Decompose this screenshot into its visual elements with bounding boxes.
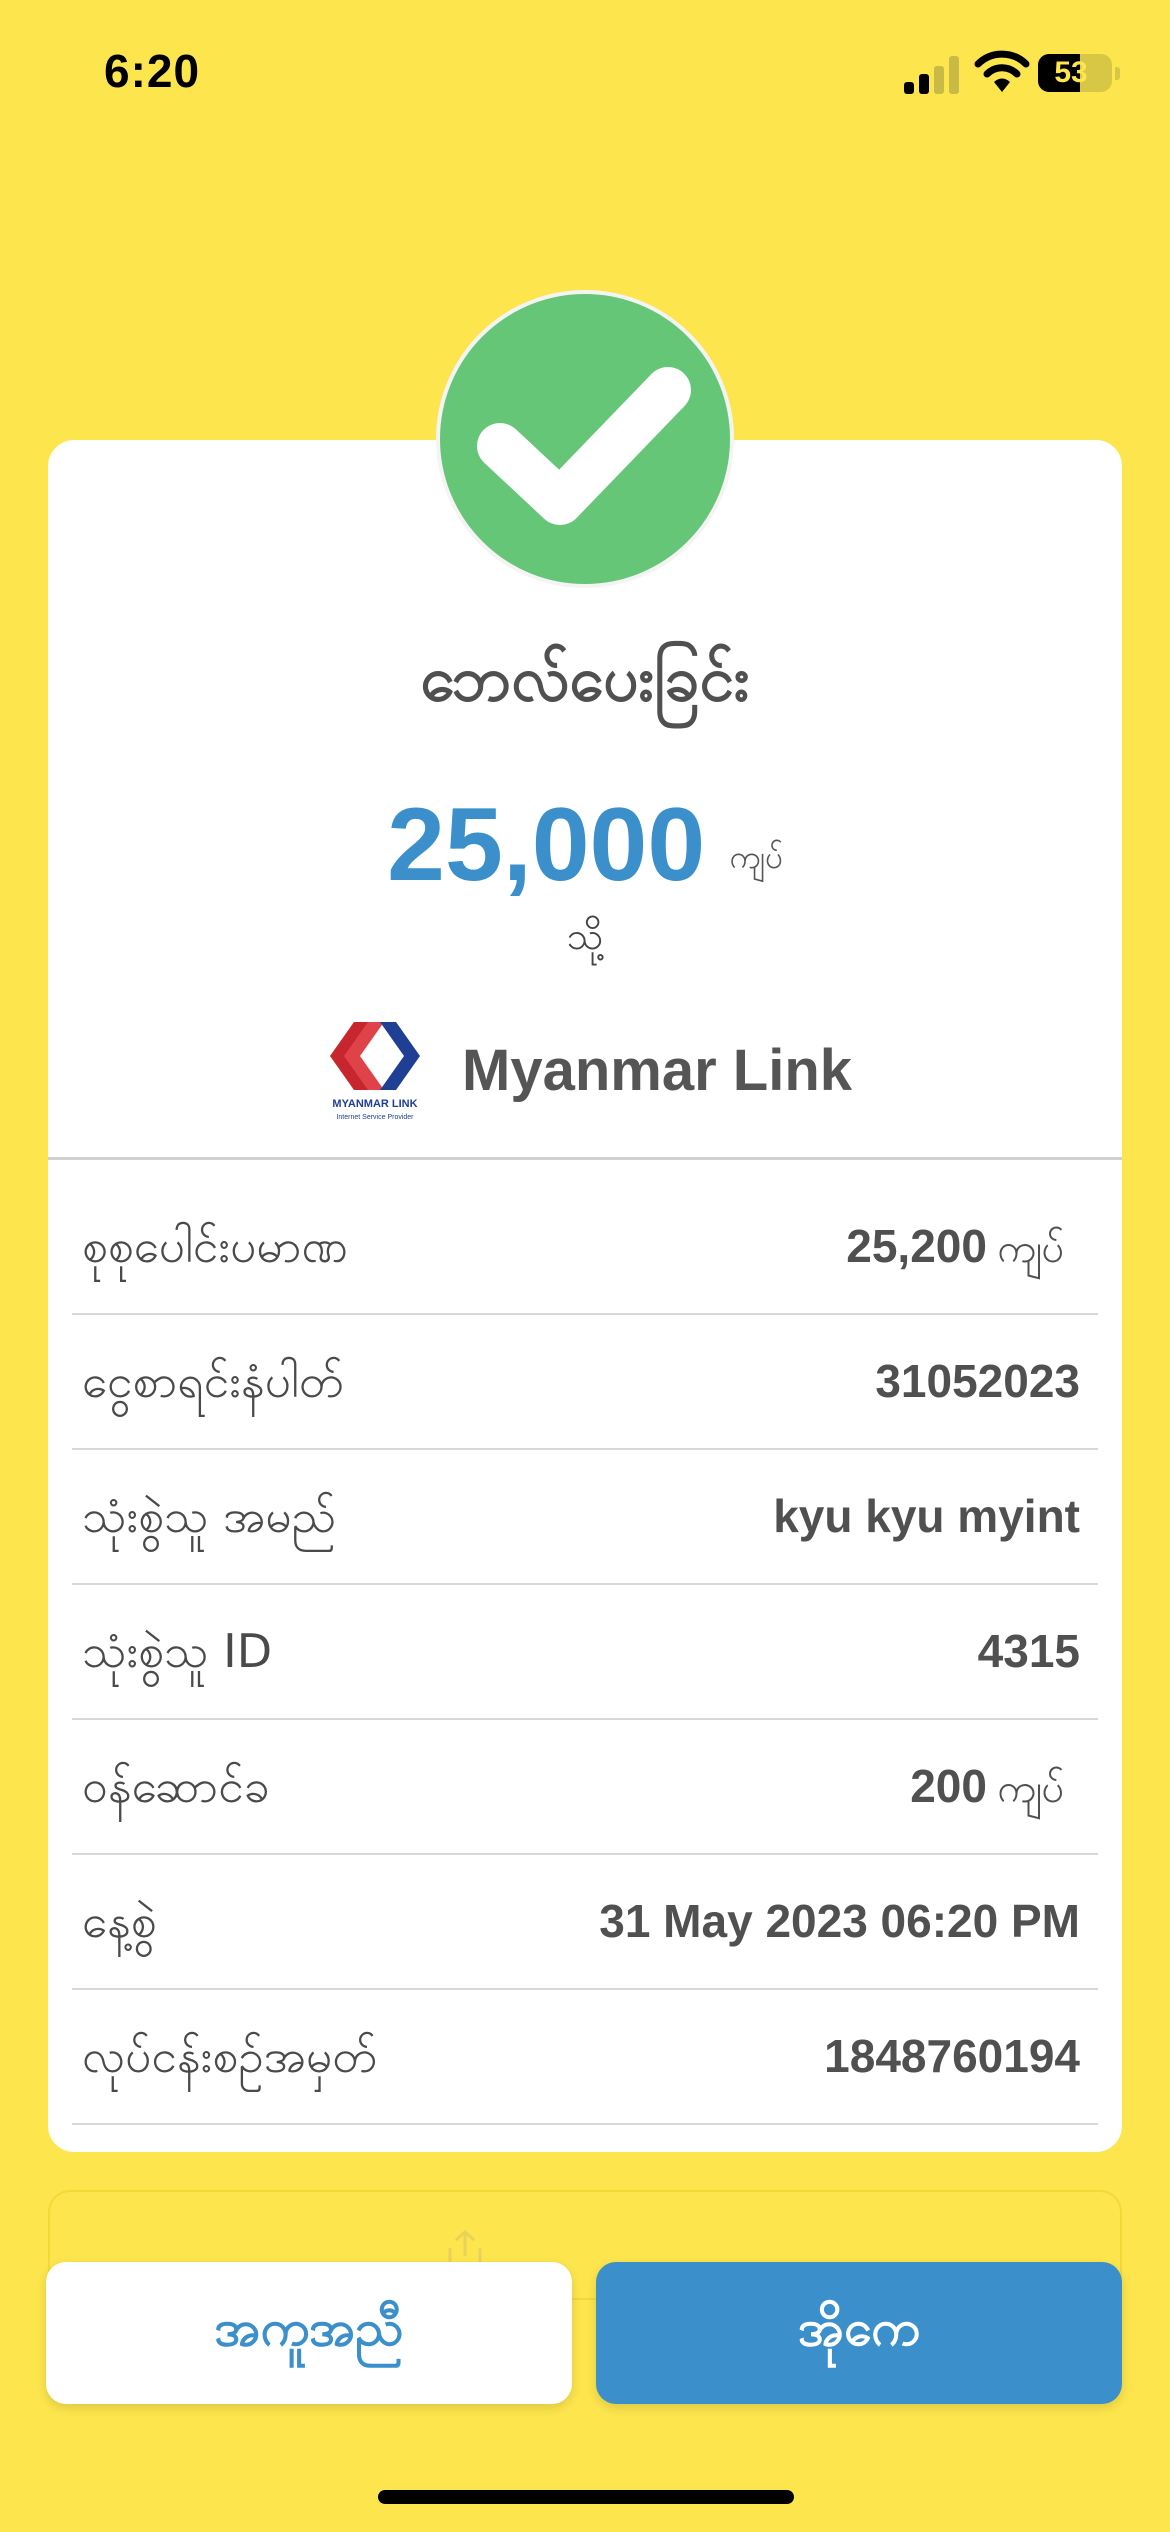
battery-percent: 53 [1054,56,1088,89]
total-amount: 25,200 [846,1220,987,1272]
status-time: 6:20 [104,45,201,97]
status-bar: 6:20 53 [0,0,1170,150]
merchant-name: Myanmar Link [462,1037,852,1103]
detail-label: စုစုပေါင်းပမာဏ [82,1219,348,1273]
detail-value: 25,200 ကျပ် [846,1180,1064,1313]
detail-value: 200 ကျပ် [910,1720,1064,1853]
battery-icon: 53 [1038,54,1120,92]
detail-label: နေ့စွဲ [82,1894,157,1948]
detail-label: သုံးစွဲသူ အမည် [82,1489,337,1543]
to-label: သို့ [566,914,604,958]
detail-row-date: နေ့စွဲ 31 May 2023 06:20 PM [72,1855,1098,1990]
detail-row-service-fee: ဝန်ဆောင်ခ 200 ကျပ် [72,1720,1098,1855]
detail-row-transaction-id: လုပ်ငန်းစဉ်အမှတ် 1848760194 [72,1990,1098,2125]
detail-value: 31 May 2023 06:20 PM [599,1895,1080,1947]
amount-currency: ကျပ် [729,838,783,876]
payment-success-screen: 6:20 53 ဘေလ်ပေးခြင်း 25,000 ကျပ် သို့ MY… [0,0,1170,2532]
detail-row-customer-id: သုံးစွဲသူ ID 4315 [72,1585,1098,1720]
fee-amount: 200 [910,1760,987,1812]
detail-value: 4315 [977,1625,1080,1677]
detail-row-customer-name: သုံးစွဲသူ အမည် kyu kyu myint [72,1450,1098,1585]
detail-label: သုံးစွဲသူ ID [82,1624,273,1678]
ok-button[interactable]: အိုကေ [596,2262,1122,2404]
detail-label: ငွေစာရင်းနံပါတ် [82,1354,344,1408]
detail-row-account-number: ငွေစာရင်းနံပါတ် 31052023 [72,1315,1098,1450]
success-check-icon [436,290,734,588]
merchant-info: MYANMAR LINK Internet Service Provider M… [48,1010,1122,1130]
detail-value: kyu kyu myint [773,1490,1080,1542]
detail-label: ဝန်ဆောင်ခ [82,1759,270,1813]
share-icon [440,2228,740,2268]
currency-unit: ကျပ် [996,1766,1064,1812]
merchant-logo-subtext: Internet Service Provider [336,1114,414,1121]
help-button[interactable]: အကူအညီ [46,2262,572,2404]
wifi-icon [974,50,1030,94]
amount-row: 25,000 ကျပ် [48,780,1122,900]
payment-amount: 25,000 [387,787,706,903]
merchant-logo: MYANMAR LINK Internet Service Provider [318,1014,432,1126]
detail-label: လုပ်ငန်းစဉ်အမှတ် [82,2029,378,2083]
home-indicator[interactable] [378,2490,794,2504]
transaction-title: ဘေလ်ပေးခြင်း [420,642,750,715]
detail-row-total: စုစုပေါင်းပမာဏ 25,200 ကျပ် [72,1180,1098,1315]
section-divider [48,1157,1122,1160]
currency-unit: ကျပ် [996,1226,1064,1272]
merchant-logo-text: MYANMAR LINK [332,1098,418,1110]
detail-value: 1848760194 [824,2030,1080,2082]
detail-value: 31052023 [875,1355,1080,1407]
signal-icon [904,54,960,94]
transaction-details: စုစုပေါင်းပမာဏ 25,200 ကျပ် ငွေစာရင်းနံပါတ… [72,1180,1098,2125]
